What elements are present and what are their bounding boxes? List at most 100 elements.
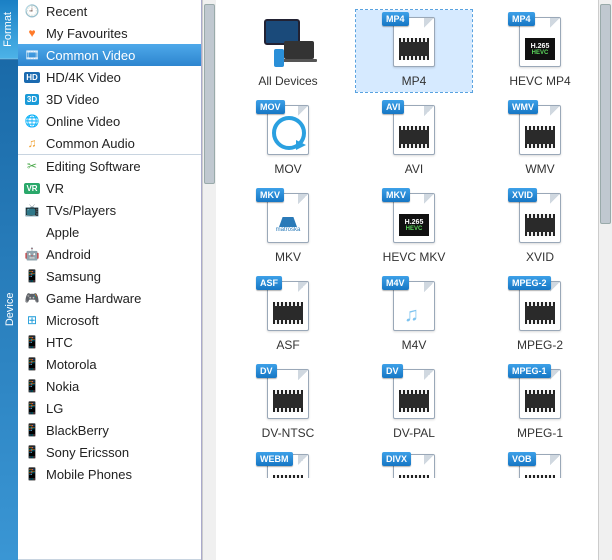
sidebar-scrollbar[interactable] bbox=[202, 0, 216, 560]
format-tile-avi[interactable]: AVIAVI bbox=[356, 98, 472, 180]
sidebar: Format Device 🕘Recent♥My Favourites 🎞 Comm… bbox=[0, 0, 216, 560]
format-tile-divx[interactable]: DIVX bbox=[356, 450, 472, 478]
device-section: ✂Editing SoftwareVRVR📺TVs/PlayersApple🤖A… bbox=[18, 155, 201, 560]
side-tabs: Format Device bbox=[0, 0, 18, 560]
sidebar-item-editing-software[interactable]: ✂Editing Software bbox=[18, 155, 201, 177]
format-tag: M4V bbox=[382, 276, 409, 290]
format-tile-webm[interactable]: WEBM bbox=[230, 450, 346, 478]
scrollbar-thumb[interactable] bbox=[600, 4, 611, 224]
tv-icon: 📺 bbox=[24, 202, 40, 218]
sidebar-item-game-hardware[interactable]: 🎮Game Hardware bbox=[18, 287, 201, 309]
format-label: WMV bbox=[525, 162, 554, 176]
format-thumb: VOB bbox=[512, 454, 568, 478]
format-thumb: WEBM bbox=[260, 454, 316, 478]
format-tile-m4v[interactable]: ♫M4VM4V bbox=[356, 274, 472, 356]
sidebar-item-nokia[interactable]: 📱Nokia bbox=[18, 375, 201, 397]
sidebar-item-tvs-players[interactable]: 📺TVs/Players bbox=[18, 199, 201, 221]
phone-icon: 📱 bbox=[24, 268, 40, 284]
phone-icon: 📱 bbox=[24, 378, 40, 394]
format-label: MOV bbox=[274, 162, 301, 176]
format-thumb: MPEG-2 bbox=[512, 278, 568, 334]
sidebar-item-label: Editing Software bbox=[46, 159, 141, 174]
sidebar-item-common-video[interactable]: 🎞 Common Video bbox=[18, 44, 201, 66]
format-thumb: ♫M4V bbox=[386, 278, 442, 334]
format-tag: MP4 bbox=[382, 12, 409, 26]
format-label: MPEG-1 bbox=[517, 426, 563, 440]
sidetab-device[interactable]: Device bbox=[0, 59, 18, 560]
format-tile-xvid[interactable]: XVIDXVID bbox=[482, 186, 598, 268]
sidebar-item-label: My Favourites bbox=[46, 26, 128, 41]
sidebar-item-hd-4k-video[interactable]: HDHD/4K Video bbox=[18, 66, 201, 88]
phone-icon: 📱 bbox=[24, 422, 40, 438]
sidebar-item-label: Motorola bbox=[46, 357, 97, 372]
apple-icon bbox=[24, 224, 40, 240]
app-root: Format Device 🕘Recent♥My Favourites 🎞 Comm… bbox=[0, 0, 612, 560]
scrollbar-thumb[interactable] bbox=[204, 4, 215, 184]
main-scrollbar[interactable] bbox=[598, 0, 612, 560]
format-label: HEVC MP4 bbox=[509, 74, 570, 88]
sidebar-item-common-audio[interactable]: ♫Common Audio bbox=[18, 132, 201, 154]
sidebar-item-blackberry[interactable]: 📱BlackBerry bbox=[18, 419, 201, 441]
sidebar-item-3d-video[interactable]: 3D3D Video bbox=[18, 88, 201, 110]
hd-badge-icon: HD bbox=[24, 69, 40, 85]
sidebar-item-microsoft[interactable]: ⊞ Microsoft bbox=[18, 309, 201, 331]
sidebar-item-htc[interactable]: 📱 HTC bbox=[18, 331, 201, 353]
format-tag: MKV bbox=[382, 188, 410, 202]
sidebar-item-label: HTC bbox=[46, 335, 73, 350]
sidebar-item-motorola[interactable]: 📱 Motorola bbox=[18, 353, 201, 375]
main-panel: All DevicesMP4MP4H.265HEVCMP4HEVC MP4MOV… bbox=[216, 0, 612, 560]
phone-icon: 📱 bbox=[24, 466, 40, 482]
sidebar-item-mobile-phones[interactable]: 📱 Mobile Phones bbox=[18, 463, 201, 485]
format-tile-all-devices[interactable]: All Devices bbox=[230, 10, 346, 92]
sidebar-item-online-video[interactable]: 🌐Online Video bbox=[18, 110, 201, 132]
format-tile-mp4[interactable]: MP4MP4 bbox=[356, 10, 472, 92]
sidebar-item-label: Microsoft bbox=[46, 313, 99, 328]
format-tile-hevc-mkv[interactable]: H.265HEVCMKVHEVC MKV bbox=[356, 186, 472, 268]
format-tag: DIVX bbox=[382, 452, 411, 466]
format-thumb: DV bbox=[386, 366, 442, 422]
format-tile-mpeg-1[interactable]: MPEG-1 MPEG-1 bbox=[482, 362, 598, 444]
format-thumb: MP4 bbox=[386, 14, 442, 70]
format-tag: AVI bbox=[382, 100, 404, 114]
format-tag: ASF bbox=[256, 276, 282, 290]
sidetab-format[interactable]: Format bbox=[0, 0, 18, 59]
phone-icon: 📱 bbox=[24, 356, 40, 372]
format-tile-mpeg-2[interactable]: MPEG-2MPEG-2 bbox=[482, 274, 598, 356]
format-thumb: ASF bbox=[260, 278, 316, 334]
sidebar-item-recent[interactable]: 🕘Recent bbox=[18, 0, 201, 22]
film-icon: 🎞 bbox=[24, 47, 40, 63]
sidebar-list: 🕘Recent♥My Favourites 🎞 Common Video HDHD/4… bbox=[18, 0, 202, 560]
format-tile-wmv[interactable]: WMV WMV bbox=[482, 98, 598, 180]
sidebar-item-samsung[interactable]: 📱Samsung bbox=[18, 265, 201, 287]
format-thumb: DV bbox=[260, 366, 316, 422]
format-tag: DV bbox=[256, 364, 277, 378]
format-tile-mov[interactable]: MOVMOV bbox=[230, 98, 346, 180]
format-tag: MPEG-1 bbox=[508, 364, 551, 378]
sidebar-item-lg[interactable]: 📱LG bbox=[18, 397, 201, 419]
format-tile-dv-ntsc[interactable]: DVDV-NTSC bbox=[230, 362, 346, 444]
sidebar-item-label: Common Video bbox=[46, 48, 135, 63]
sidebar-item-label: Mobile Phones bbox=[46, 467, 132, 482]
format-tag: XVID bbox=[508, 188, 537, 202]
format-label: All Devices bbox=[258, 74, 317, 88]
sidebar-item-my-favourites[interactable]: ♥My Favourites bbox=[18, 22, 201, 44]
format-tile-dv-pal[interactable]: DVDV-PAL bbox=[356, 362, 472, 444]
sidebar-item-label: Recent bbox=[46, 4, 87, 19]
format-tile-mkv[interactable]: matroskaMKVMKV bbox=[230, 186, 346, 268]
format-thumb: AVI bbox=[386, 102, 442, 158]
format-label: MKV bbox=[275, 250, 301, 264]
format-thumb: WMV bbox=[512, 102, 568, 158]
sidebar-item-android[interactable]: 🤖Android bbox=[18, 243, 201, 265]
sidebar-item-sony-ericsson[interactable]: 📱Sony Ericsson bbox=[18, 441, 201, 463]
format-tile-vob[interactable]: VOB bbox=[482, 450, 598, 478]
format-tile-asf[interactable]: ASFASF bbox=[230, 274, 346, 356]
format-tag: MP4 bbox=[508, 12, 535, 26]
music-icon: ♫ bbox=[24, 135, 40, 151]
windows-icon: ⊞ bbox=[24, 312, 40, 328]
globe-icon: 🌐 bbox=[24, 113, 40, 129]
format-tile-hevc-mp4[interactable]: H.265HEVCMP4HEVC MP4 bbox=[482, 10, 598, 92]
sidebar-item-vr[interactable]: VRVR bbox=[18, 177, 201, 199]
sidebar-item-apple[interactable]: Apple bbox=[18, 221, 201, 243]
3d-badge-icon: 3D bbox=[24, 91, 40, 107]
phone-icon: 📱 bbox=[24, 334, 40, 350]
